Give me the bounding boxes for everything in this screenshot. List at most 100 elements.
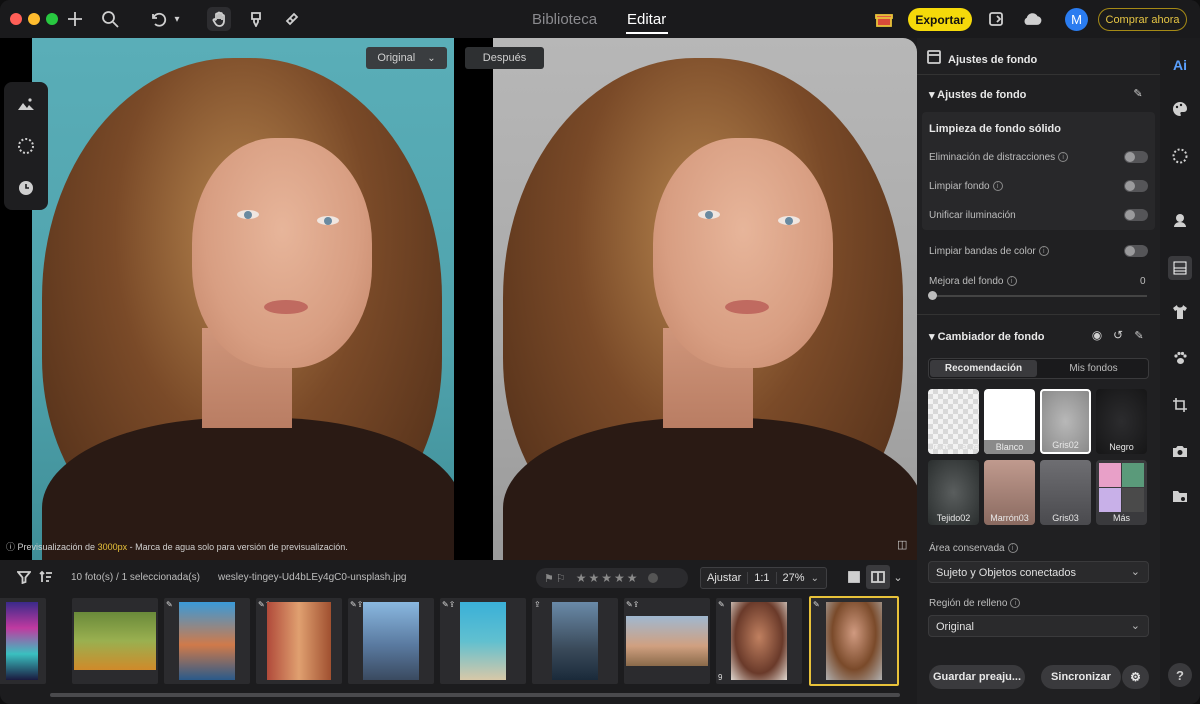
swatch-gray03[interactable]: Gris03: [1040, 460, 1091, 525]
thumbnail[interactable]: [72, 598, 158, 684]
tab-recommendation[interactable]: Recomendación: [930, 360, 1037, 377]
photo-count: 10 foto(s) / 1 seleccionada(s): [71, 572, 200, 583]
app-window: ▾ Biblioteca Editar Exportar M Comprar a…: [0, 0, 1200, 704]
tab-editar[interactable]: Editar: [627, 11, 666, 28]
enhance-slider-thumb[interactable]: [928, 291, 937, 300]
split-view-icon[interactable]: ◫: [897, 538, 907, 551]
hand-tool-icon[interactable]: [207, 7, 231, 31]
history-clock-icon[interactable]: [16, 178, 36, 198]
notice-prefix: Previsualización de: [17, 542, 98, 552]
swatch-white[interactable]: Blanco: [984, 389, 1035, 454]
zoom-value[interactable]: 27%: [777, 572, 811, 584]
label-text: Área conservada: [929, 543, 1005, 554]
pet-paw-icon[interactable]: [1170, 348, 1190, 368]
enhance-slider-track[interactable]: [931, 295, 1147, 297]
camera-icon[interactable]: [1170, 441, 1190, 461]
info-icon[interactable]: i: [992, 181, 1003, 192]
before-view-select[interactable]: Original ⌄: [366, 47, 447, 69]
info-icon[interactable]: i: [1058, 152, 1069, 163]
color-banding-toggle[interactable]: [1124, 245, 1148, 257]
crop-icon[interactable]: [1170, 395, 1190, 415]
distractions-toggle[interactable]: [1124, 151, 1148, 163]
star-rating[interactable]: ★★★★★: [576, 571, 640, 585]
tab-biblioteca[interactable]: Biblioteca: [532, 11, 597, 28]
thumbnail[interactable]: ✎⇪: [624, 598, 710, 684]
thumbnail[interactable]: ✎ 9: [716, 598, 802, 684]
chevron-down-icon[interactable]: ⌄: [811, 573, 819, 584]
thumbnail[interactable]: ✎⇪: [440, 598, 526, 684]
avatar[interactable]: M: [1065, 8, 1088, 31]
buy-now-button[interactable]: Comprar ahora: [1098, 8, 1187, 31]
tab-my-backgrounds[interactable]: Mis fondos: [1040, 360, 1147, 377]
healing-tool-icon[interactable]: [280, 7, 304, 31]
minimize-window-button[interactable]: [28, 13, 40, 25]
sync-settings-icon[interactable]: ⚙: [1122, 665, 1149, 689]
chevron-down-icon[interactable]: ▾: [170, 7, 184, 31]
fill-region-select[interactable]: Original ⌄: [928, 615, 1149, 637]
thumbnail[interactable]: ✎⇪: [348, 598, 434, 684]
shirt-icon[interactable]: [1170, 302, 1190, 322]
thumbnail-selected[interactable]: ✎: [809, 596, 899, 686]
clean-background-toggle[interactable]: [1124, 180, 1148, 192]
background-tool-icon[interactable]: [1168, 256, 1192, 280]
filmstrip-scrollbar[interactable]: [50, 693, 900, 697]
reject-flag-icon[interactable]: ⚐: [556, 572, 566, 585]
export-button[interactable]: Exportar: [908, 8, 972, 31]
swatch-black[interactable]: Negro: [1096, 389, 1147, 454]
info-icon[interactable]: i: [1006, 276, 1017, 287]
unify-lighting-toggle[interactable]: [1124, 209, 1148, 221]
one-to-one-button[interactable]: 1:1: [748, 572, 777, 584]
swatch-more[interactable]: Más: [1096, 460, 1147, 525]
portrait-icon[interactable]: [1170, 210, 1190, 230]
flag-icon[interactable]: ⚑: [544, 572, 554, 585]
reset-icon[interactable]: ↺: [1109, 326, 1127, 344]
image-canvas[interactable]: Original ⌄ Después ⓘ Previsualización de…: [0, 38, 917, 560]
search-icon[interactable]: [98, 7, 122, 31]
thumbnail[interactable]: ⇪: [532, 598, 618, 684]
cloud-icon[interactable]: [1020, 7, 1044, 31]
add-icon[interactable]: [63, 7, 87, 31]
undo-icon[interactable]: [146, 7, 170, 31]
close-window-button[interactable]: [10, 13, 22, 25]
settings-panel: Ajustes de fondo ▾ Ajustes de fondo ✎ Li…: [917, 38, 1160, 704]
edit-pen-icon[interactable]: ✎: [1130, 326, 1148, 344]
folder-settings-icon[interactable]: [1170, 486, 1190, 506]
thumbnail[interactable]: [0, 598, 46, 684]
subsection-title: Ajustes de fondo: [937, 89, 1027, 101]
fit-button[interactable]: Ajustar: [701, 572, 749, 584]
ai-tools-icon[interactable]: Ai: [1170, 55, 1190, 75]
swatch-brown03[interactable]: Marrón03: [984, 460, 1035, 525]
swatch-gray02[interactable]: Gris02: [1040, 389, 1091, 454]
single-view-icon[interactable]: [842, 565, 866, 589]
sort-icon[interactable]: [34, 565, 58, 589]
thumbnail[interactable]: ✎⇪: [256, 598, 342, 684]
sync-button[interactable]: Sincronizar: [1041, 665, 1121, 689]
color-label-icon[interactable]: [647, 573, 658, 583]
subsection-header[interactable]: ▾ Ajustes de fondo: [929, 88, 1026, 101]
share-panel-icon[interactable]: [984, 7, 1008, 31]
edit-icon: ✎⇪: [626, 600, 640, 609]
info-icon[interactable]: i: [1010, 598, 1021, 609]
swatch-fabric02[interactable]: Tejido02: [928, 460, 979, 525]
filter-icon[interactable]: [12, 565, 36, 589]
preserved-area-select[interactable]: Sujeto y Objetos conectados ⌄: [928, 561, 1149, 583]
chevron-down-icon[interactable]: ⌄: [886, 565, 910, 589]
save-preset-button[interactable]: Guardar preaju...: [929, 665, 1025, 689]
info-icon[interactable]: i: [1038, 246, 1049, 257]
after-image: [493, 38, 917, 560]
changer-header[interactable]: ▾ Cambiador de fondo: [929, 330, 1045, 343]
info-icon[interactable]: i: [1007, 543, 1018, 554]
eye-icon[interactable]: ◉: [1088, 326, 1106, 344]
palette-icon[interactable]: [1170, 99, 1190, 119]
maximize-window-button[interactable]: [46, 13, 58, 25]
help-icon[interactable]: ?: [1168, 663, 1192, 687]
gift-icon[interactable]: [872, 7, 896, 31]
background-pattern-icon[interactable]: [16, 136, 36, 156]
cleanup-title: Limpieza de fondo sólido: [929, 123, 1061, 135]
texture-icon[interactable]: [1170, 146, 1190, 166]
edit-pen-icon[interactable]: ✎: [1129, 84, 1147, 102]
landscape-adjust-icon[interactable]: [16, 94, 36, 114]
swatch-transparent[interactable]: Trans...rente: [928, 389, 979, 454]
brush-tool-icon[interactable]: [244, 7, 268, 31]
thumbnail[interactable]: ✎: [164, 598, 250, 684]
